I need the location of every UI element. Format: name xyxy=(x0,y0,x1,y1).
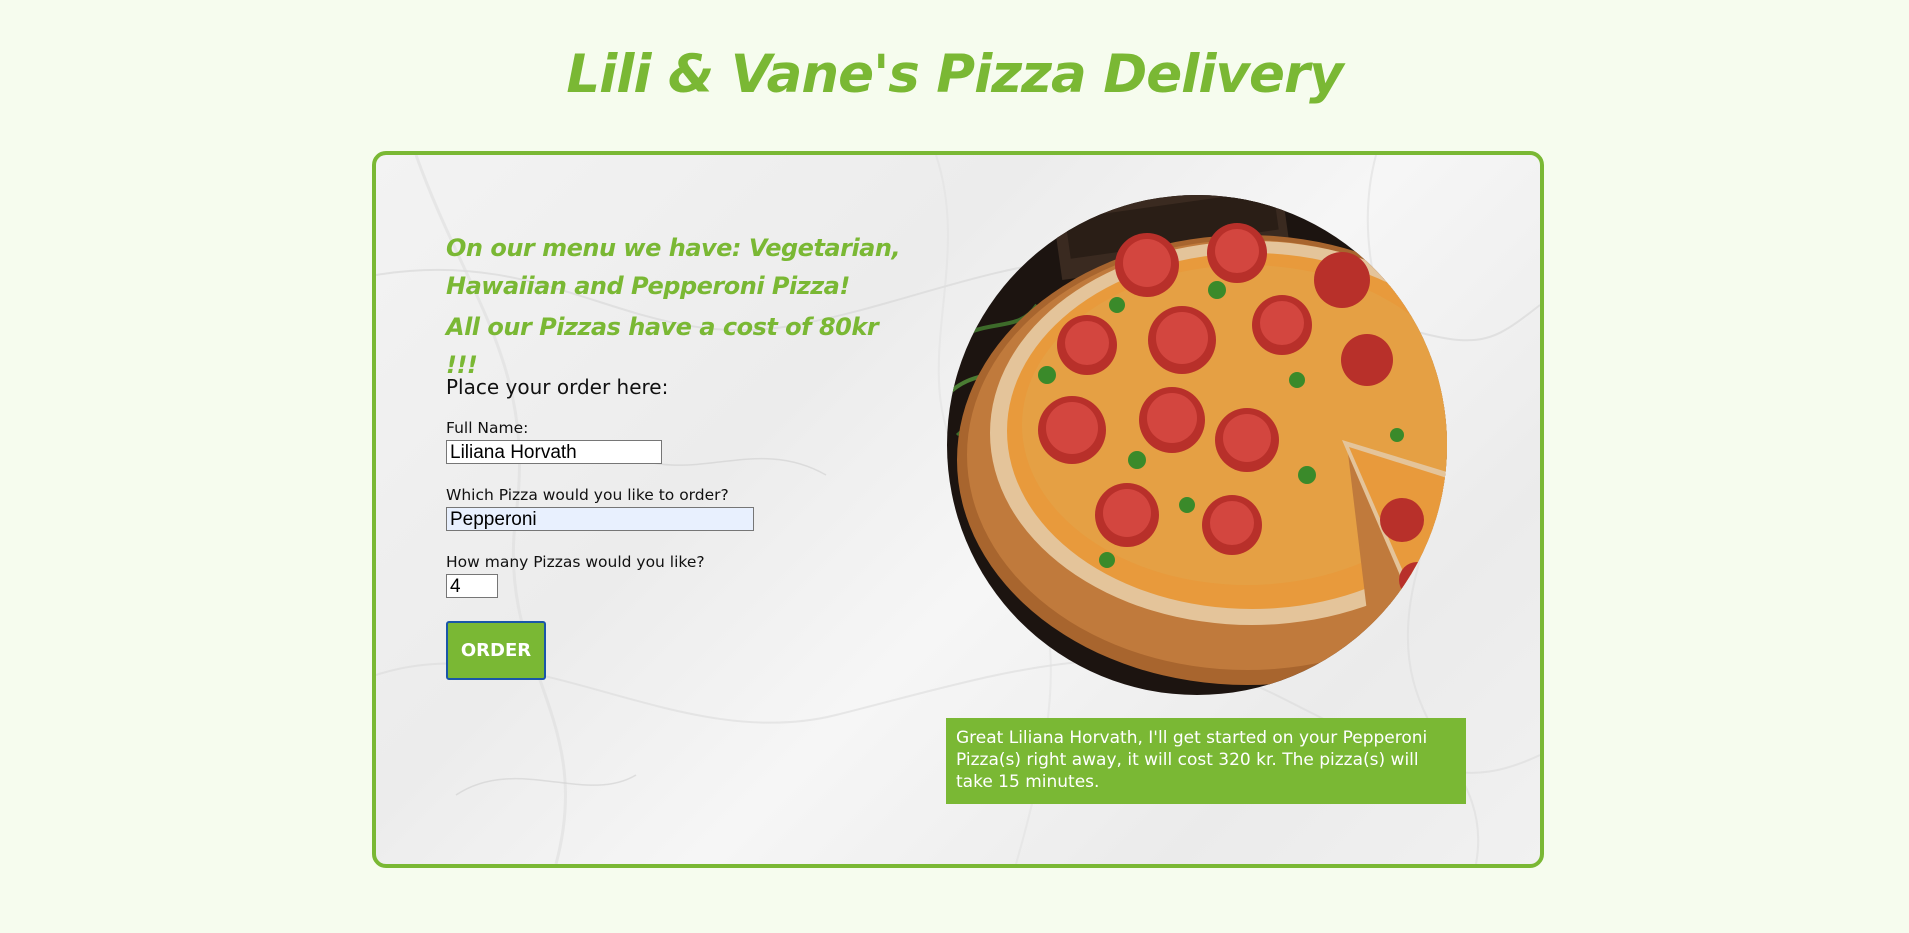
name-label: Full Name: xyxy=(446,419,529,437)
pizza-photo xyxy=(947,195,1447,695)
order-card: On our menu we have: Vegetarian, Hawaiia… xyxy=(372,151,1544,868)
order-button[interactable]: ORDER xyxy=(446,621,546,680)
pizza-type-input[interactable]: Pepperoni xyxy=(446,507,754,531)
price-note: All our Pizzas have a cost of 80kr !!! xyxy=(446,313,879,379)
quantity-input[interactable]: 4 xyxy=(446,574,498,598)
menu-description: On our menu we have: Vegetarian, Hawaiia… xyxy=(446,234,901,300)
pizza-label: Which Pizza would you like to order? xyxy=(446,486,729,504)
full-name-input[interactable]: Liliana Horvath xyxy=(446,440,662,464)
site-title: Lili & Vane's Pizza Delivery xyxy=(566,44,1343,105)
order-confirmation-message: Great Liliana Horvath, I'll get started … xyxy=(946,718,1466,804)
quantity-label: How many Pizzas would you like? xyxy=(446,553,705,571)
pepperoni-pizza-illustration xyxy=(947,195,1447,695)
order-form-heading: Place your order here: xyxy=(446,375,669,399)
